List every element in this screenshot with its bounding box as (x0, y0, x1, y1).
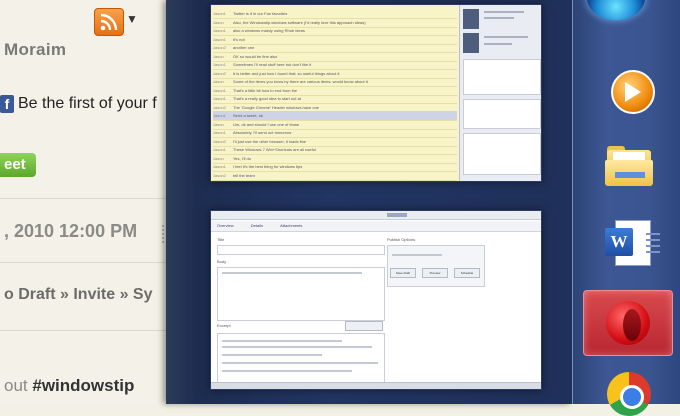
hashtag-line: out #windowstip (4, 376, 134, 396)
chat-message: It is better and just how I found that; … (233, 70, 340, 76)
chat-message: Sometimes I'll read stuff here but don't… (233, 62, 312, 67)
taskbar-item-opera[interactable] (583, 290, 673, 356)
thumb-button: Schedule (454, 268, 480, 278)
text-line (222, 272, 362, 274)
text-line (222, 370, 352, 372)
chat-message: Some of the items you know by there are … (233, 79, 368, 84)
text-line (392, 254, 442, 256)
taskbar-item-media-player[interactable] (583, 58, 671, 122)
sidebar-block (463, 133, 541, 175)
thumb-tab: Details (250, 223, 264, 228)
text-line (222, 362, 378, 364)
tweet-button[interactable]: eet (0, 153, 36, 177)
media-player-icon (601, 66, 655, 114)
sidebar-block (463, 99, 541, 129)
play-icon (625, 82, 641, 102)
sidebar-label: Publish Options (387, 237, 416, 242)
breadcrumb[interactable]: o Draft » Invite » Sy (4, 286, 153, 304)
word-badge: W (605, 228, 633, 256)
window-thumbnail-chat[interactable]: Jason1 Twitter is it in our Fan favorites… (210, 4, 542, 182)
facebook-like-text: Be the first of your f (18, 95, 157, 112)
word-line (646, 233, 660, 235)
sidebar-block (463, 59, 541, 95)
chrome-icon[interactable] (607, 372, 651, 416)
chat-message: Twitter is it in our Fan favorites (233, 11, 288, 16)
form-label: Body (217, 259, 227, 264)
chat-sidebar (459, 5, 541, 181)
folder-strip (615, 172, 645, 178)
rss-dropdown-icon[interactable]: ▼ (126, 12, 140, 26)
body-field (217, 267, 385, 321)
chat-message: also a windows mainly using Rhub ideas (233, 28, 305, 33)
rss-icon[interactable] (94, 8, 124, 36)
chrome-center (620, 385, 644, 409)
opera-hole (623, 309, 641, 341)
thumb-tab-bar: Overview Details Attachments (211, 221, 541, 232)
thumb-title-highlight (387, 213, 407, 217)
chat-message: These Windows 7 Win+Shortcuts are all us… (233, 147, 316, 152)
chat-log-list: Jason1 Twitter is it in our Fan favorites… (211, 5, 459, 181)
thumb-button (345, 321, 383, 331)
opera-ring (606, 301, 650, 345)
opera-icon (602, 299, 654, 347)
text-line (222, 346, 372, 348)
panel-glow (166, 0, 196, 404)
hashtag-prefix: out (4, 376, 33, 395)
word-icon: W (601, 218, 660, 266)
chat-message: OK so would be fine also (233, 53, 278, 59)
chat-message: Send a tweet, ok (233, 113, 263, 118)
word-line (646, 245, 660, 247)
word-line (646, 239, 660, 241)
chat-message: It's not (233, 36, 245, 42)
chat-message: That's a really good idea to start out a… (233, 96, 301, 101)
chat-message: Also, the Windowstip.windows software (I… (233, 19, 366, 25)
chat-message: The 'Google Chrome' Header windows have … (233, 104, 320, 110)
title-field (217, 245, 385, 255)
taskbar-item-file-explorer[interactable] (583, 134, 671, 198)
window-thumbnail-compose[interactable]: Overview Details Attachments Title Body … (210, 210, 542, 390)
sidebar-line (484, 17, 514, 19)
sidebar-line (484, 11, 524, 13)
excerpt-field (217, 333, 385, 385)
vertical-taskbar: W (572, 0, 680, 416)
form-label: Title (217, 237, 225, 242)
sidebar-line (484, 43, 512, 45)
thumb-button: Save Draft (390, 268, 416, 278)
sidebar-thumb (463, 9, 479, 29)
post-date: , 2010 12:00 PM (4, 221, 138, 241)
username-heading: Moraim (4, 40, 67, 59)
word-line (646, 251, 660, 253)
chat-message: That's a little bit how to end from the (233, 87, 298, 93)
chat-message: another one (233, 45, 255, 50)
taskbar-item-word[interactable]: W (583, 210, 671, 274)
chat-message: Absolutely, I'll send out tomorrow (233, 130, 292, 135)
sidebar-thumb (463, 33, 479, 53)
chat-message: I'll just use the other browser, it load… (233, 138, 307, 144)
thumb-tab: Overview (217, 223, 234, 228)
publish-box: Save Draft Preview Schedule (387, 245, 485, 287)
facebook-icon[interactable]: f (0, 95, 14, 113)
hashtag-link[interactable]: #windowstip (32, 376, 134, 395)
thumb-titlebar (211, 211, 541, 220)
thumb-statusbar (211, 382, 541, 389)
thumb-tab: Attachments (280, 223, 303, 228)
chat-message: Yes, I'll do (233, 155, 251, 161)
windows-start-orb-icon[interactable] (587, 0, 645, 20)
folder-icon (601, 142, 653, 190)
chat-message: Um, ok and should I use one of those (233, 121, 300, 127)
form-label: Excerpt (217, 323, 231, 328)
chat-message: tell the team (233, 172, 255, 178)
text-line (222, 354, 322, 356)
chat-author: Jason2 (213, 172, 226, 178)
chat-row: Jason2 tell the team (213, 171, 457, 181)
sidebar-line (484, 36, 528, 38)
chat-message: I feel it's the best thing for windows t… (233, 164, 303, 169)
thumb-button: Preview (422, 268, 448, 278)
text-line (222, 340, 342, 342)
